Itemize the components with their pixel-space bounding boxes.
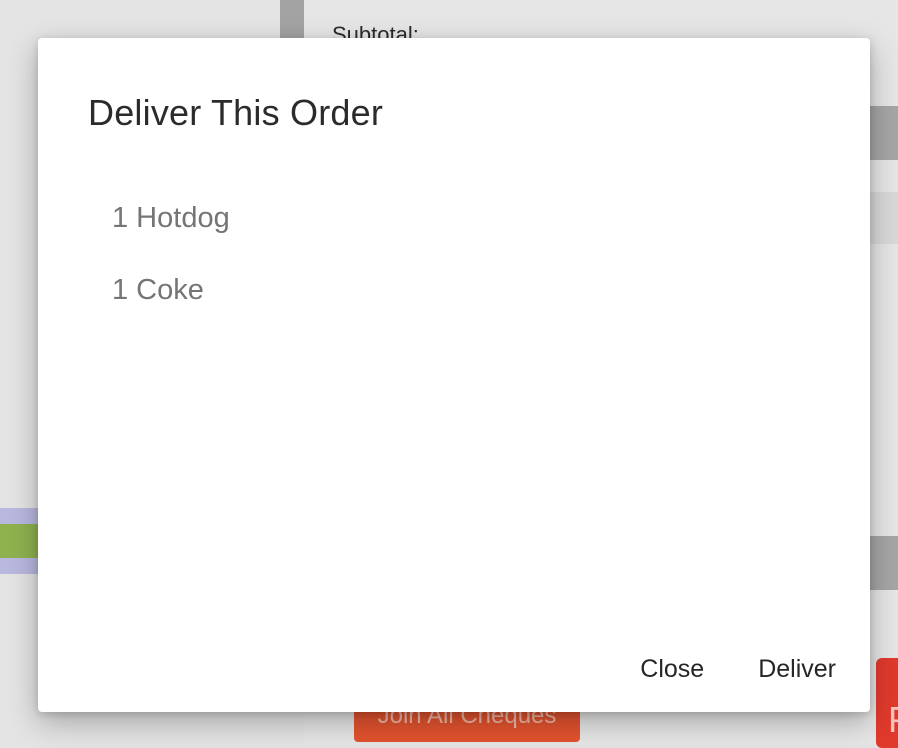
background-red-button: P bbox=[876, 658, 898, 748]
close-button[interactable]: Close bbox=[640, 655, 704, 684]
deliver-order-dialog: Deliver This Order 1 Hotdog 1 Coke Close… bbox=[38, 38, 870, 712]
dialog-actions: Close Deliver bbox=[640, 655, 836, 684]
dialog-title: Deliver This Order bbox=[88, 92, 384, 133]
order-item: 1 Hotdog bbox=[112, 202, 230, 234]
background-row bbox=[866, 536, 898, 590]
deliver-button[interactable]: Deliver bbox=[758, 655, 836, 684]
background-divider bbox=[280, 0, 304, 40]
order-item: 1 Coke bbox=[112, 274, 204, 306]
order-item-list: 1 Hotdog 1 Coke bbox=[112, 198, 230, 342]
background-row bbox=[866, 192, 898, 244]
background-left-tile-accent bbox=[0, 524, 40, 558]
background-row bbox=[866, 106, 898, 160]
